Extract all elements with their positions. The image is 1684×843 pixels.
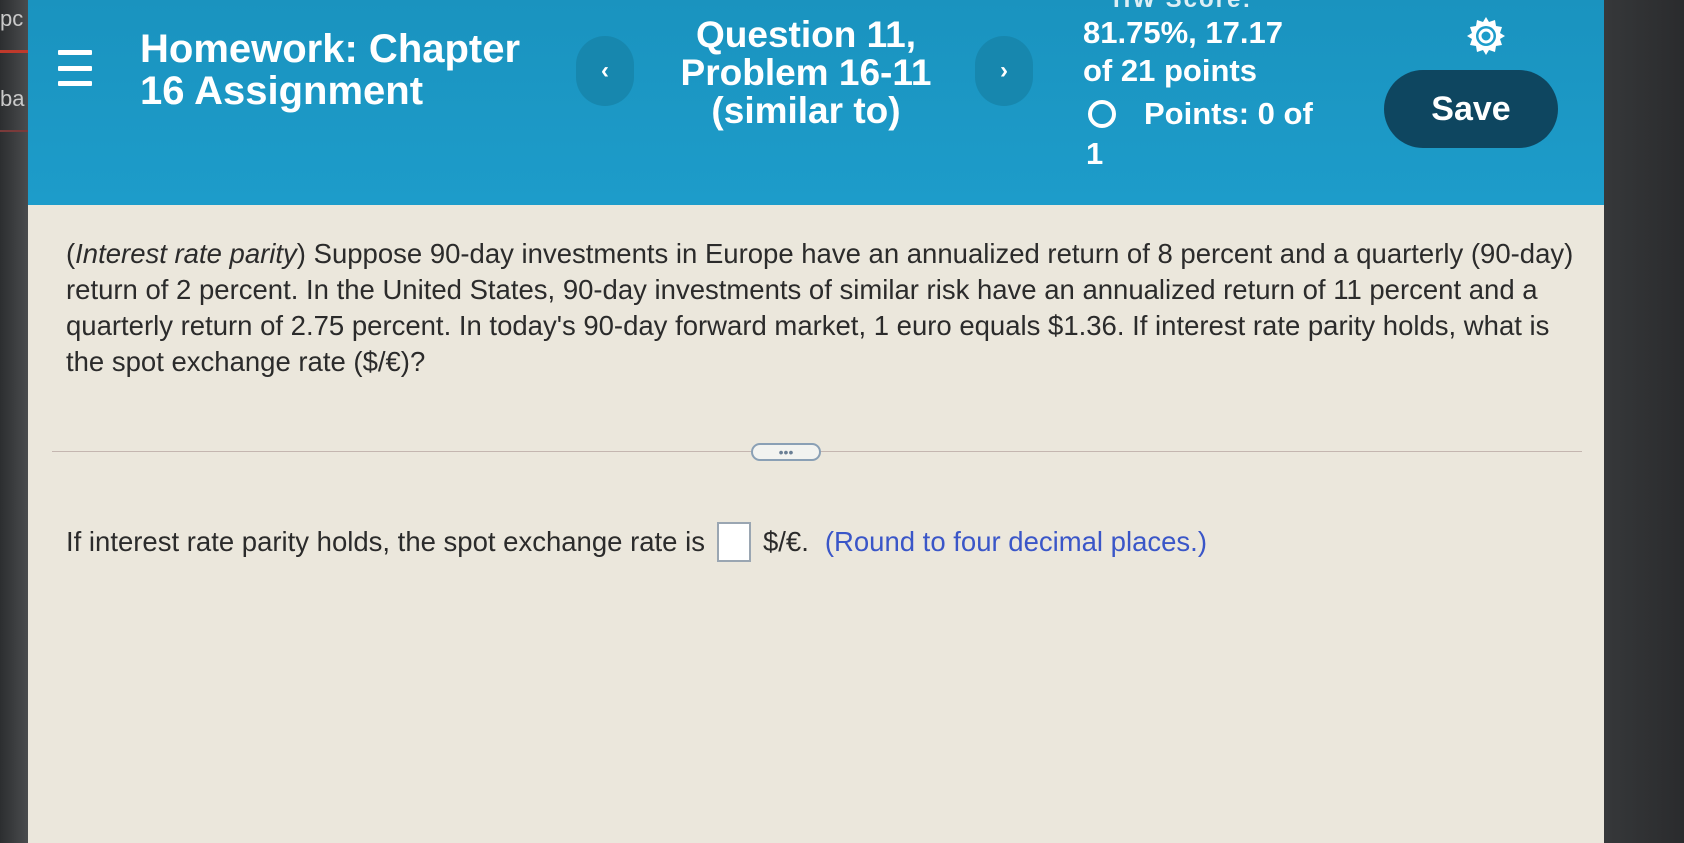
save-button[interactable]: Save	[1384, 70, 1558, 148]
bezel-text-fragment: ba	[0, 86, 25, 111]
assignment-header: Homework: Chapter 16 Assignment ‹ Questi…	[28, 0, 1604, 205]
rounding-hint: (Round to four decimal places.)	[824, 526, 1207, 557]
right-bezel	[1604, 0, 1684, 843]
question-title: Question 11, Problem 16-11 (similar to)	[680, 14, 932, 131]
gear-icon[interactable]	[1464, 14, 1508, 58]
spot-rate-input[interactable]	[716, 522, 751, 562]
question-topic: Interest rate parity	[75, 238, 297, 269]
left-bezel: pc ba	[0, 0, 28, 843]
expand-more-button[interactable]: •••	[751, 443, 821, 461]
answer-unit: $/€.	[762, 526, 809, 557]
homework-screen: Homework: Chapter 16 Assignment ‹ Questi…	[28, 0, 1604, 843]
question-points: Points: 0 of	[1088, 96, 1313, 132]
score-heading-partial: HW Score:	[1113, 0, 1252, 14]
assignment-title: Homework: Chapter 16 Assignment	[140, 27, 521, 113]
previous-question-button[interactable]: ‹	[576, 36, 634, 106]
hw-score-points: of 21 points	[1083, 53, 1257, 88]
circle-status-icon	[1088, 100, 1116, 128]
next-question-button[interactable]: ›	[975, 36, 1033, 106]
bezel-text-fragment: pc	[0, 6, 24, 31]
question-text: (Interest rate parity) Suppose 90-day in…	[66, 238, 1574, 377]
hw-score-percent: 81.75%, 17.17	[1083, 15, 1283, 50]
points-total: 1	[1086, 136, 1104, 171]
bezel-accent-line	[0, 130, 28, 132]
menu-icon[interactable]	[58, 50, 92, 86]
answer-prompt: If interest rate parity holds, the spot …	[66, 526, 705, 557]
hw-score: 81.75%, 17.17 of 21 points	[1083, 14, 1343, 90]
answer-row: If interest rate parity holds, the spot …	[66, 522, 1207, 562]
bezel-accent-line	[0, 50, 28, 53]
points-label: Points: 0 of	[1144, 96, 1313, 131]
